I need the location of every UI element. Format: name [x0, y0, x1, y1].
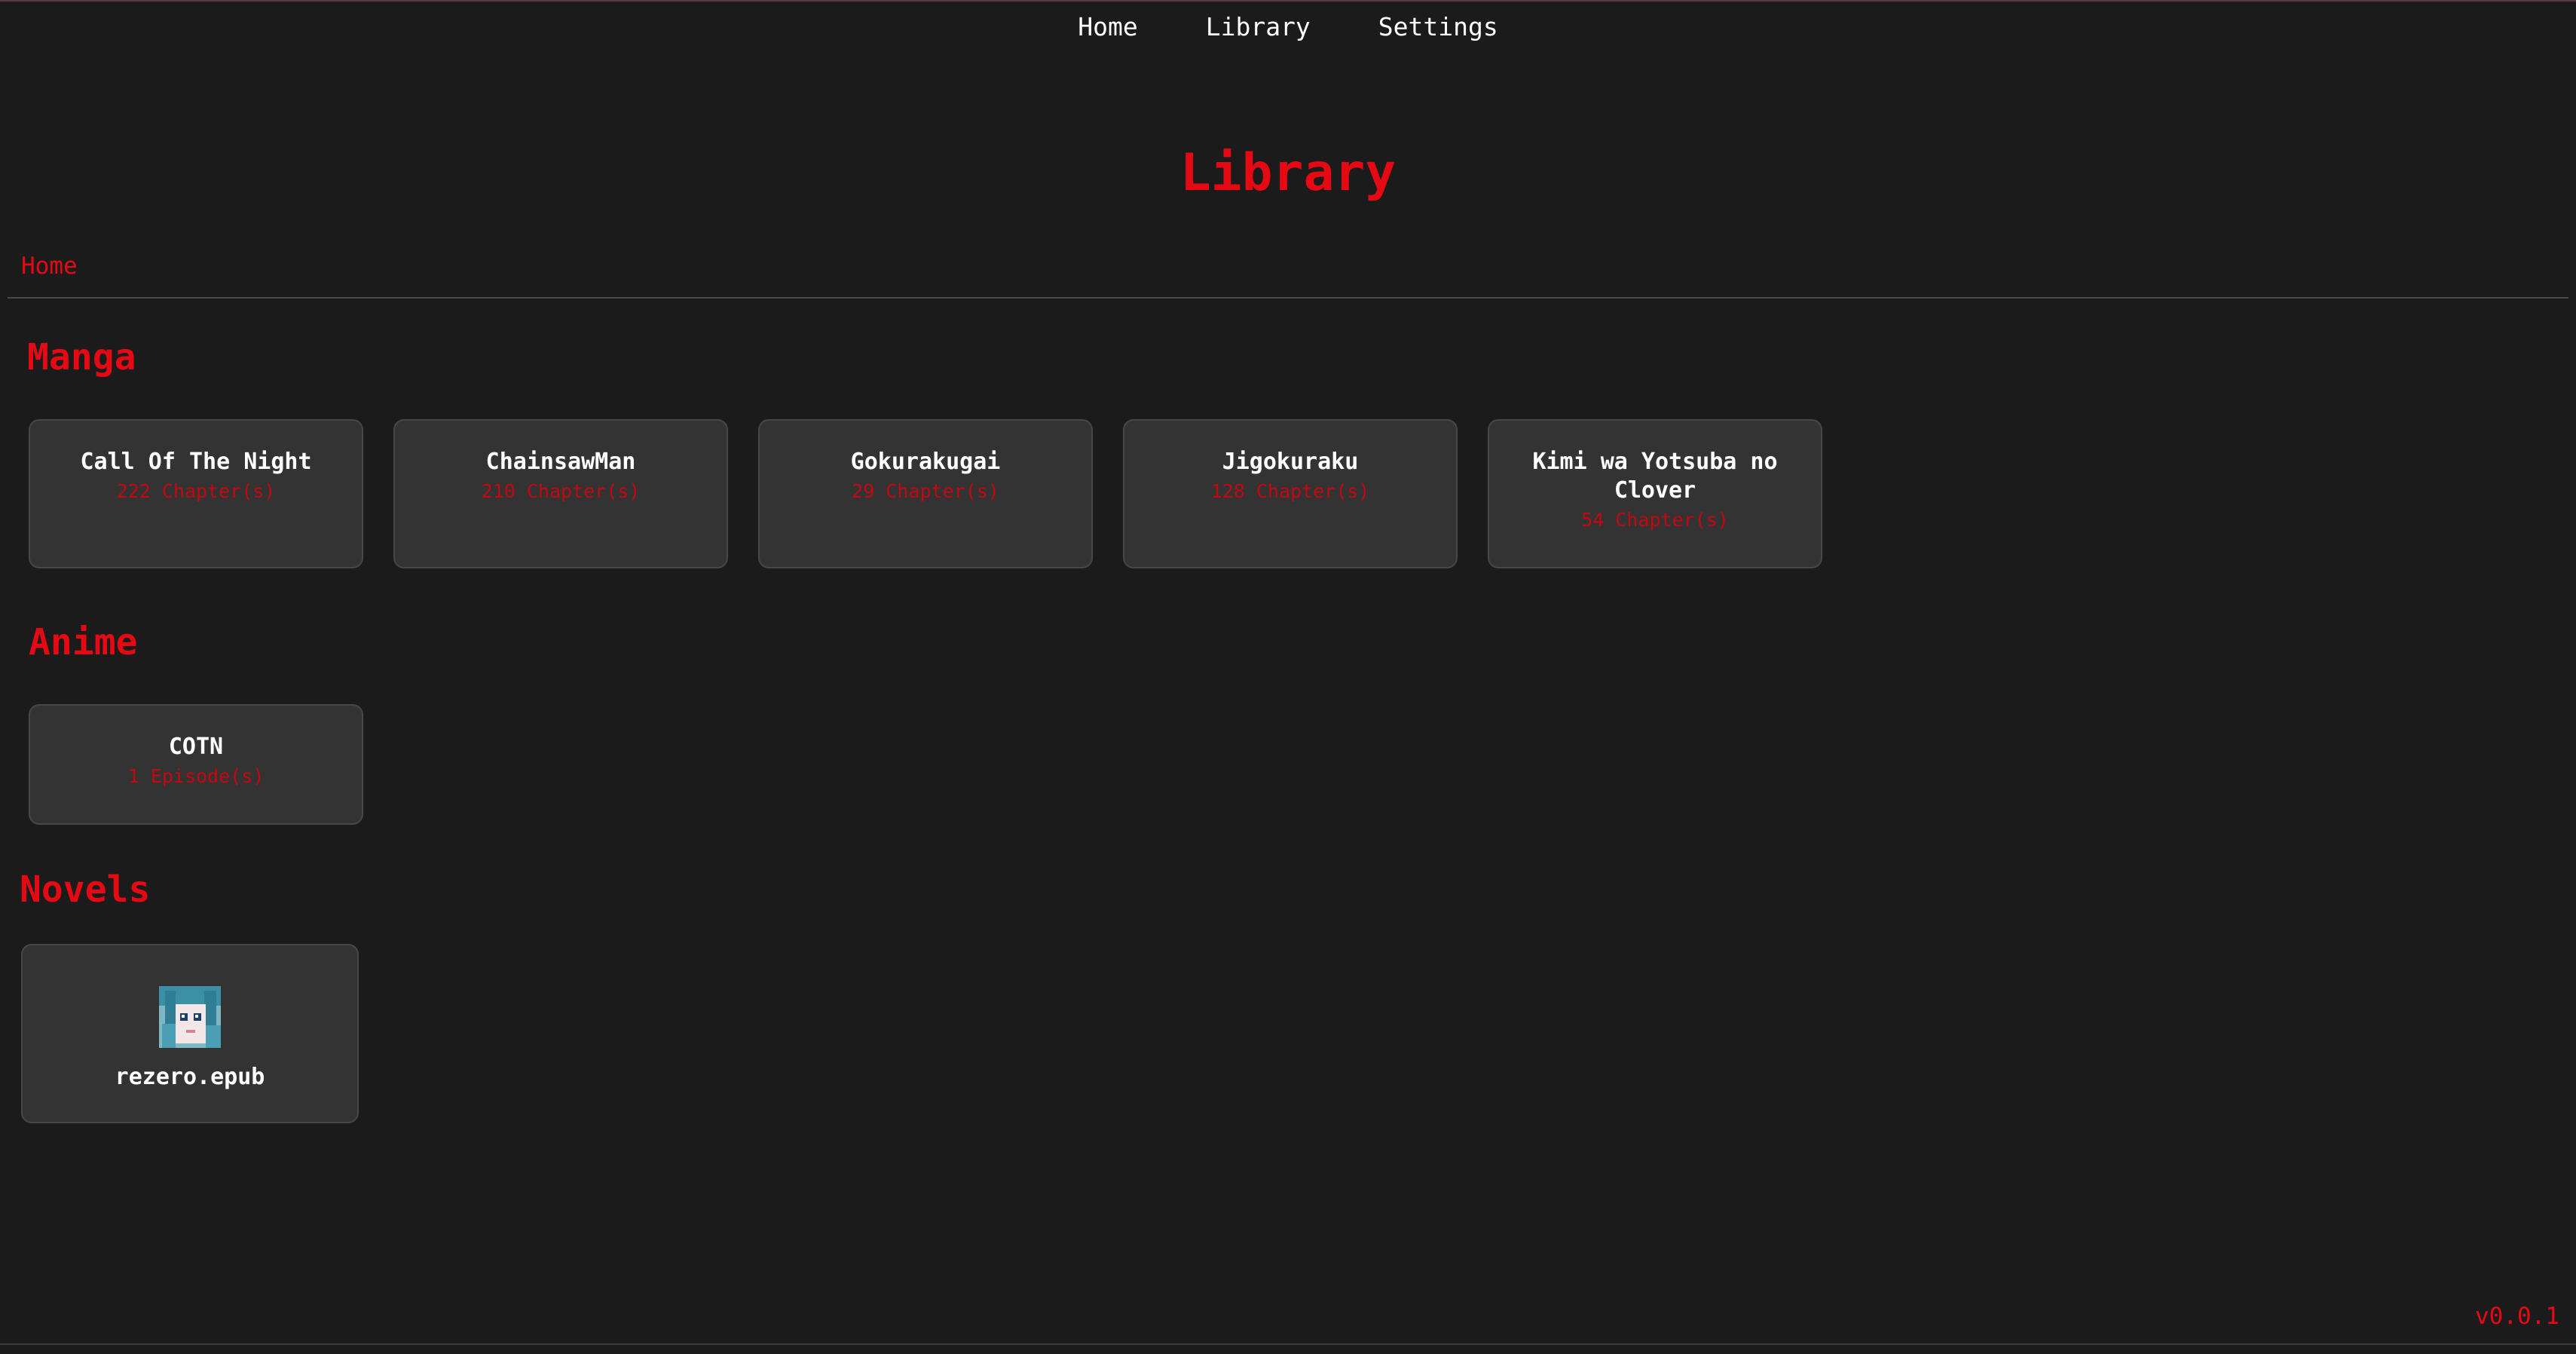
manga-card-chapter-count: 222 Chapter(s)	[116, 480, 276, 502]
manga-section-heading: Manga	[27, 336, 136, 378]
page-title: Library	[1179, 143, 1397, 203]
header-divider	[8, 297, 2568, 299]
manga-card-title: Jigokuraku	[1222, 449, 1359, 475]
manga-card-list: Call Of The Night 222 Chapter(s) Chainsa…	[29, 419, 1822, 568]
top-navbar: Home Library Settings	[0, 12, 2576, 41]
manga-card-title: Kimi wa Yotsuba no Clover	[1532, 449, 1778, 504]
manga-card[interactable]: Kimi wa Yotsuba no Clover 54 Chapter(s)	[1488, 419, 1822, 568]
manga-card[interactable]: ChainsawMan 210 Chapter(s)	[393, 419, 728, 568]
nav-home-link[interactable]: Home	[1078, 12, 1137, 41]
manga-card-chapter-count: 128 Chapter(s)	[1210, 480, 1370, 502]
manga-card-title: Call Of The Night	[80, 449, 312, 475]
manga-card-title: ChainsawMan	[485, 449, 636, 475]
window-top-edge	[0, 0, 2576, 2]
novel-card[interactable]: rezero.epub	[21, 944, 359, 1123]
manga-card-chapter-count: 210 Chapter(s)	[481, 480, 641, 502]
novel-card-title: rezero.epub	[115, 1064, 265, 1090]
novels-card-list: rezero.epub	[21, 944, 359, 1123]
anime-card-episode-count: 1 Episode(s)	[127, 765, 265, 787]
window-bottom-edge	[0, 1343, 2576, 1345]
manga-card[interactable]: Jigokuraku 128 Chapter(s)	[1123, 419, 1458, 568]
version-label: v0.0.1	[2475, 1303, 2559, 1330]
anime-card-list: COTN 1 Episode(s)	[29, 704, 363, 825]
breadcrumb-home-link[interactable]: Home	[21, 253, 78, 280]
book-cover-icon	[159, 986, 221, 1048]
manga-card[interactable]: Call Of The Night 222 Chapter(s)	[29, 419, 363, 568]
manga-card-title: Gokurakugai	[850, 449, 1001, 475]
nav-settings-link[interactable]: Settings	[1378, 12, 1498, 41]
manga-card-chapter-count: 54 Chapter(s)	[1581, 509, 1729, 531]
anime-card[interactable]: COTN 1 Episode(s)	[29, 704, 363, 825]
anime-section-heading: Anime	[29, 621, 138, 663]
anime-card-title: COTN	[168, 734, 224, 760]
novels-section-heading: Novels	[20, 868, 151, 911]
manga-card-chapter-count: 29 Chapter(s)	[852, 480, 999, 502]
manga-card[interactable]: Gokurakugai 29 Chapter(s)	[758, 419, 1093, 568]
nav-library-link[interactable]: Library	[1206, 12, 1311, 41]
